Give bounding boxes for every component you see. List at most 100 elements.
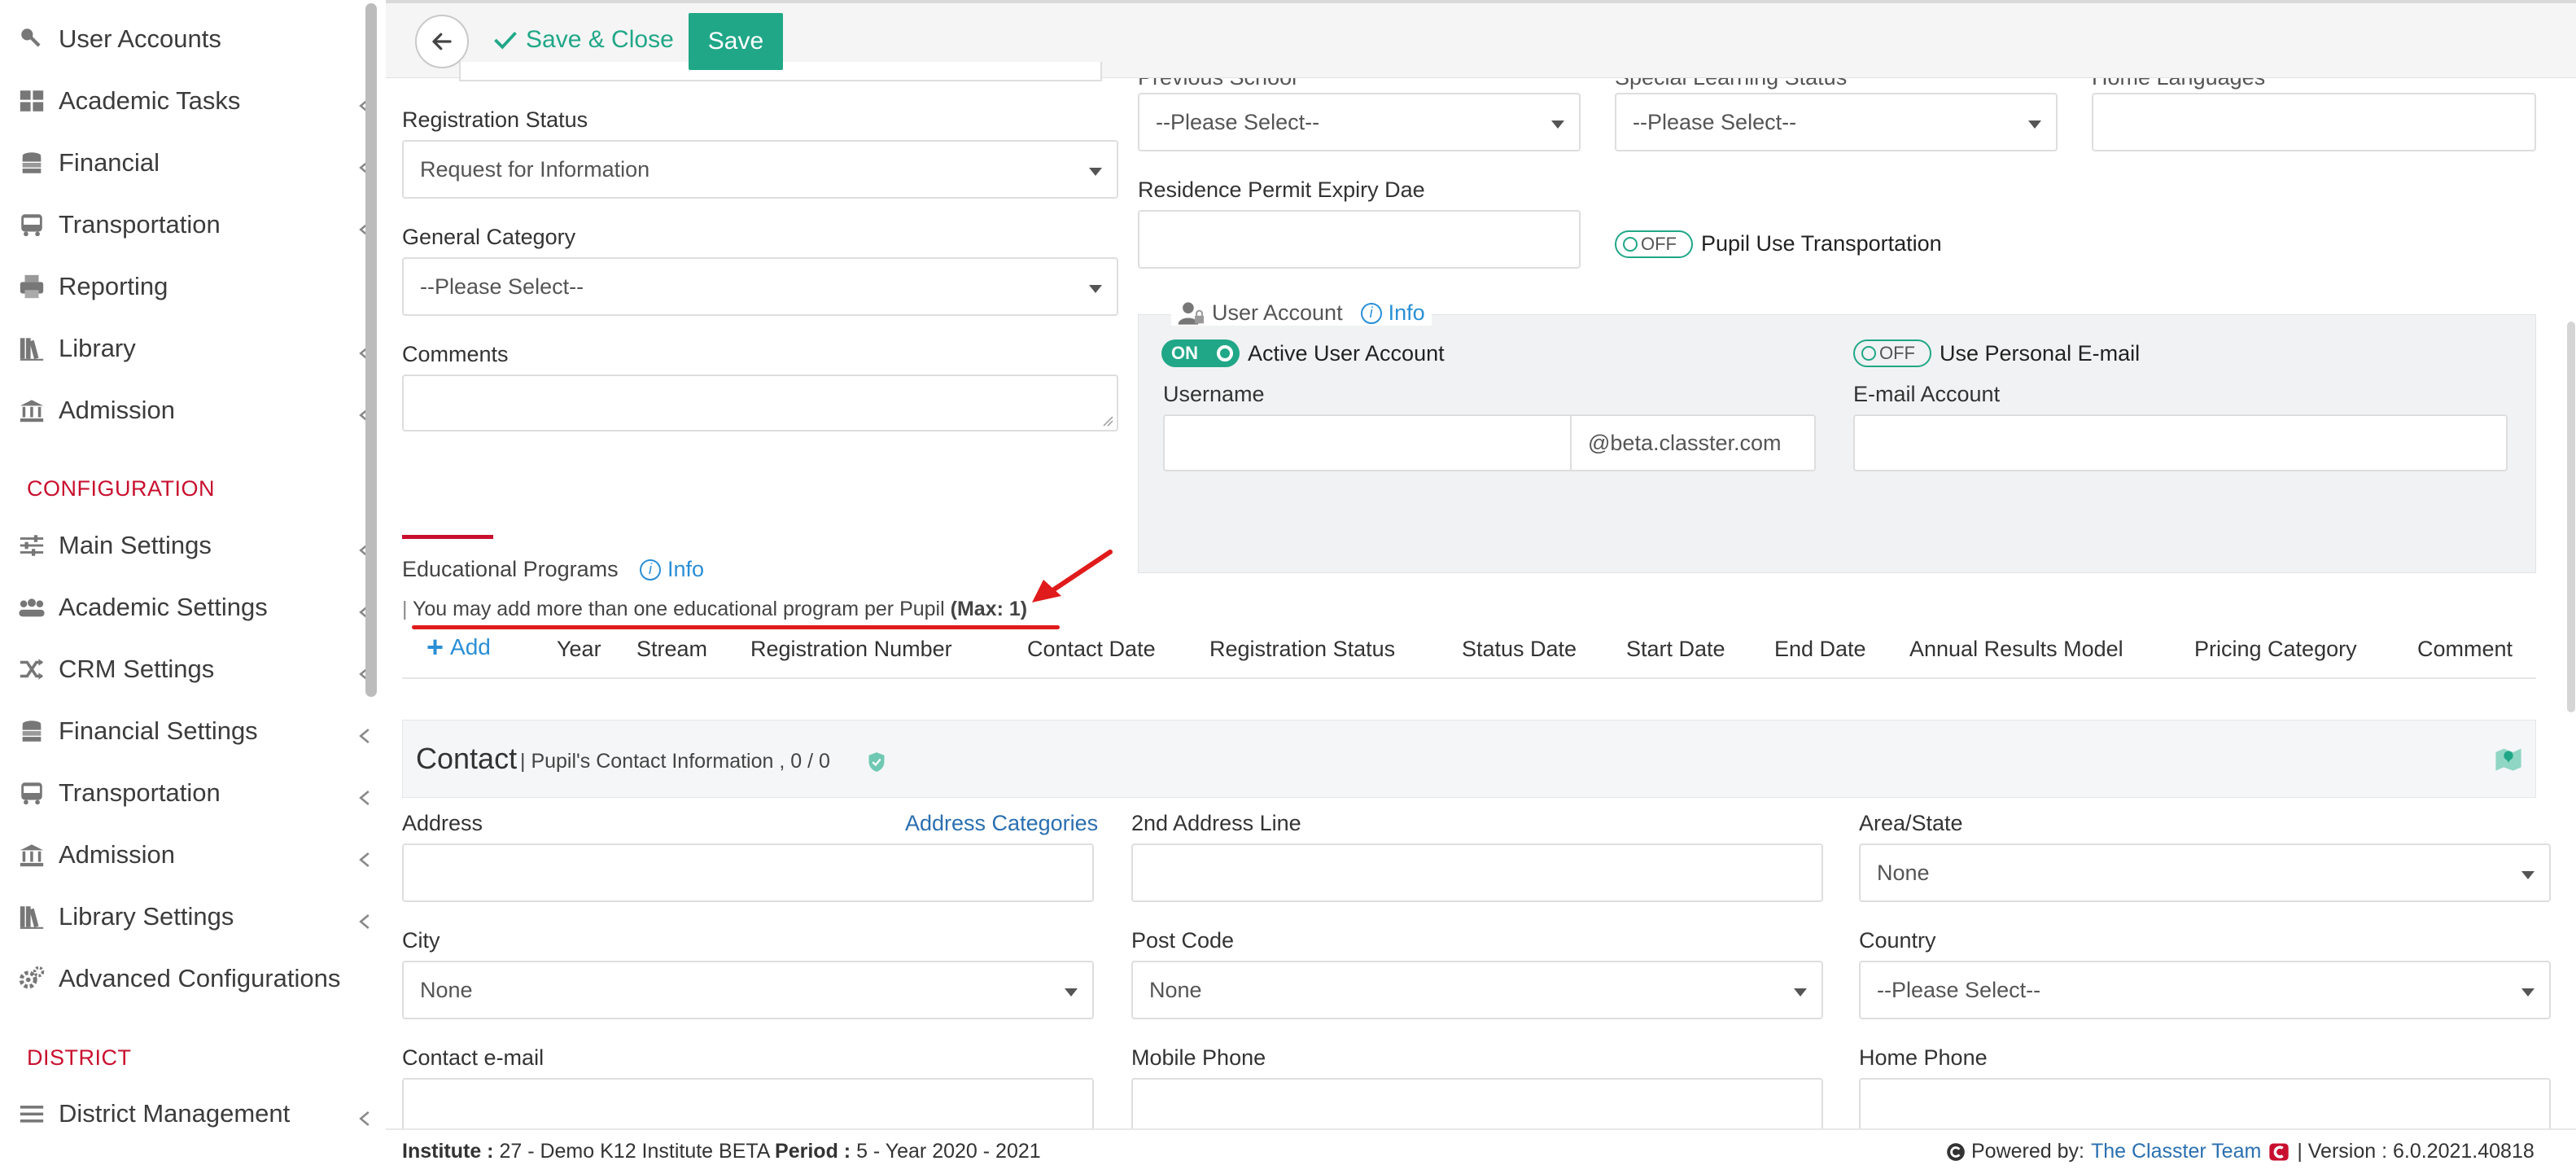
institution-icon xyxy=(16,395,47,426)
country-select[interactable]: --Please Select-- xyxy=(1859,961,2551,1019)
transport-toggle-text: OFF xyxy=(1641,234,1677,254)
note-max: (Max: 1) xyxy=(950,598,1028,620)
page-scrollbar[interactable] xyxy=(2567,322,2575,712)
sidebar-item-transportation-settings[interactable]: Transportation xyxy=(16,769,374,817)
registration-status-select[interactable]: Request for Information xyxy=(402,140,1118,199)
classter-team-link[interactable]: The Classter Team xyxy=(2091,1140,2261,1163)
back-button[interactable] xyxy=(415,15,469,68)
sidebar-item-user-accounts[interactable]: User Accounts xyxy=(16,15,374,64)
sidebar-item-label: Transportation xyxy=(59,778,221,807)
active-user-label: Active User Account xyxy=(1248,341,1445,366)
sidebar-item-library[interactable]: Library xyxy=(16,324,374,373)
sidebar-item-label: Advanced Configurations xyxy=(59,964,341,992)
check-icon xyxy=(494,31,517,50)
post-code-select[interactable]: None xyxy=(1131,961,1823,1019)
key-icon xyxy=(16,24,47,55)
user-account-info-link[interactable]: i Info xyxy=(1360,300,1425,326)
info-icon: i xyxy=(640,559,661,580)
user-account-panel: User Account i Info ON Active User Accou… xyxy=(1138,300,2536,573)
active-user-toggle[interactable]: ON xyxy=(1161,339,1240,367)
area-state-value: None xyxy=(1877,860,1930,885)
address-input[interactable] xyxy=(402,843,1094,902)
column-header: Stream xyxy=(636,637,708,661)
country-value: --Please Select-- xyxy=(1877,977,2041,1002)
sidebar-item-label: Main Settings xyxy=(59,531,212,559)
sidebar-item-label: Financial xyxy=(59,148,160,177)
educational-programs-info-link[interactable]: i Info xyxy=(640,557,704,582)
add-program-button[interactable]: + Add xyxy=(426,630,491,664)
address-categories-link[interactable]: Address Categories xyxy=(905,811,1098,836)
column-header: Registration Number xyxy=(750,637,952,661)
sidebar-item-transportation[interactable]: Transportation xyxy=(16,200,374,249)
sidebar-item-financial[interactable]: Financial xyxy=(16,138,374,187)
sidebar-item-label: Financial Settings xyxy=(59,716,258,745)
area-state-select[interactable]: None xyxy=(1859,843,2551,902)
copyright-icon xyxy=(1947,1142,1965,1161)
previous-school-select[interactable]: --Please Select-- xyxy=(1138,93,1581,151)
sidebar-item-label: User Accounts xyxy=(59,24,221,53)
user-account-title: User Account xyxy=(1212,300,1343,325)
save-close-label: Save & Close xyxy=(526,26,674,53)
special-learning-select[interactable]: --Please Select-- xyxy=(1615,93,2058,151)
comments-textarea[interactable] xyxy=(402,375,1118,431)
general-category-select[interactable]: --Please Select-- xyxy=(402,257,1118,316)
country-label: Country xyxy=(1859,928,1936,953)
table-divider xyxy=(402,677,2536,679)
action-toolbar: Save & Close Save xyxy=(386,0,2576,81)
username-input[interactable] xyxy=(1163,414,1572,471)
contact-section-header: Contact | Pupil's Contact Information , … xyxy=(402,720,2536,798)
coins-icon xyxy=(16,147,47,178)
city-label: City xyxy=(402,928,440,953)
sidebar-item-financial-settings[interactable]: Financial Settings xyxy=(16,707,374,756)
email-account-input[interactable] xyxy=(1853,414,2508,471)
sidebar-item-library-settings[interactable]: Library Settings xyxy=(16,892,374,941)
save-close-button[interactable]: Save & Close xyxy=(493,26,674,54)
users-icon xyxy=(16,592,47,623)
powered-by-info: Powered by: The Classter Team | Version … xyxy=(1945,1140,2534,1163)
special-learning-value: --Please Select-- xyxy=(1633,109,1797,134)
area-state-label: Area/State xyxy=(1859,811,1963,835)
powered-label: Powered by: xyxy=(1971,1140,2084,1163)
personal-email-toggle[interactable]: OFF xyxy=(1853,339,1931,367)
save-button[interactable]: Save xyxy=(689,13,783,70)
books-icon xyxy=(16,901,47,932)
transport-toggle[interactable]: OFF xyxy=(1615,230,1693,258)
contact-subtitle: | Pupil's Contact Information , 0 / 0 xyxy=(520,750,830,773)
domain-suffix-addon: @beta.classter.com xyxy=(1570,414,1816,471)
previous-school-value: --Please Select-- xyxy=(1156,109,1320,134)
sidebar-item-academic-tasks[interactable]: Academic Tasks xyxy=(16,77,374,125)
map-marker-icon[interactable] xyxy=(2495,745,2522,771)
cogs-icon xyxy=(16,963,47,994)
sidebar-item-district-management[interactable]: District Management xyxy=(16,1089,374,1138)
educational-programs-title: Educational Programs xyxy=(402,557,619,581)
main-content: Previous School Special Learning Status … xyxy=(386,65,2576,1137)
red-underline-annotation xyxy=(412,625,1060,629)
sidebar-item-crm-settings[interactable]: CRM Settings xyxy=(16,645,374,694)
column-header: Annual Results Model xyxy=(1909,637,2123,661)
address2-input[interactable] xyxy=(1131,843,1823,902)
sidebar-item-reporting[interactable]: Reporting xyxy=(16,262,374,311)
period-key: Period : xyxy=(775,1140,851,1163)
plus-icon: + xyxy=(426,630,444,664)
sidebar-item-admission[interactable]: Admission xyxy=(16,386,374,435)
caret-down-icon xyxy=(1089,168,1102,176)
post-code-label: Post Code xyxy=(1131,928,1235,953)
residence-permit-input[interactable] xyxy=(1138,210,1581,269)
city-select[interactable]: None xyxy=(402,961,1094,1019)
educational-programs-note: | You may add more than one educational … xyxy=(402,598,1028,620)
coins-icon xyxy=(16,716,47,747)
chevron-left-icon xyxy=(358,783,374,805)
sidebar-item-label: Admission xyxy=(59,840,175,869)
sidebar-item-advanced-configurations[interactable]: Advanced Configurations xyxy=(16,954,374,1003)
email-account-label: E-mail Account xyxy=(1853,382,2001,406)
column-header: Registration Status xyxy=(1209,637,1396,661)
user-account-legend: User Account i Info xyxy=(1171,300,1432,326)
sidebar-scrollbar[interactable] xyxy=(365,3,377,697)
sidebar-item-admission-settings[interactable]: Admission xyxy=(16,830,374,879)
sidebar-item-main-settings[interactable]: Main Settings xyxy=(16,521,374,570)
active-toggle-text: ON xyxy=(1171,343,1198,363)
sidebar-item-academic-settings[interactable]: Academic Settings xyxy=(16,583,374,632)
column-header: Year xyxy=(557,637,601,661)
home-languages-input[interactable] xyxy=(2092,93,2536,151)
caret-down-icon xyxy=(1089,285,1102,293)
